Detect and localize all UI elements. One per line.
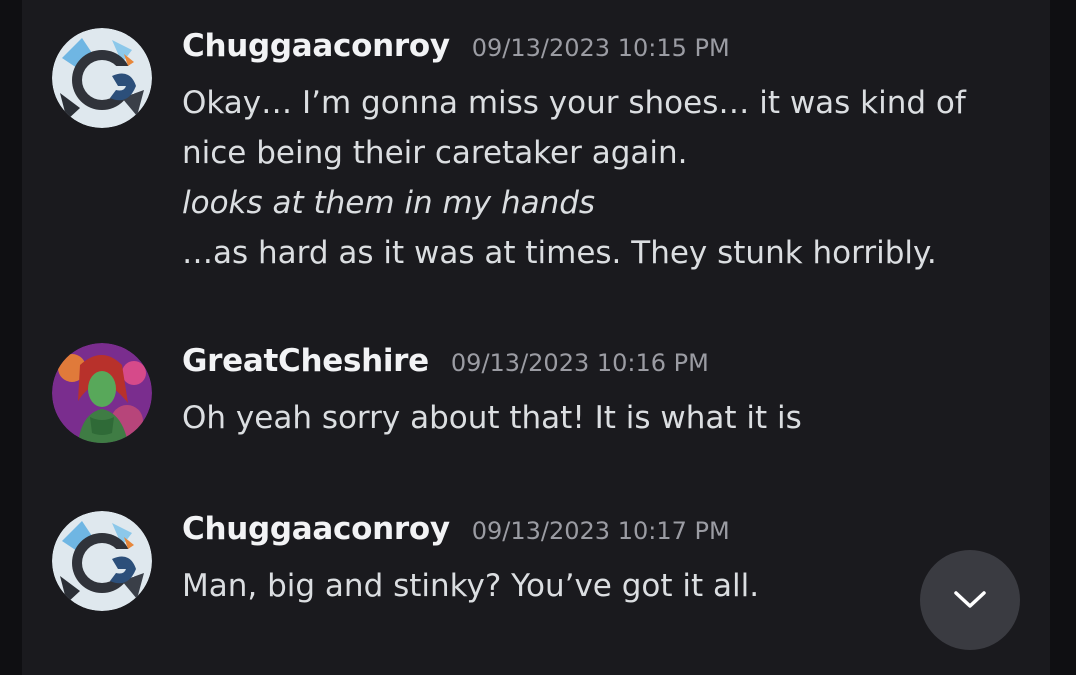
user-avatar[interactable] <box>52 343 152 443</box>
message: GreatCheshire 09/13/2023 10:16 PM Oh yea… <box>52 343 802 443</box>
timestamp: 09/13/2023 10:15 PM <box>471 34 730 62</box>
chevron-down-icon <box>954 591 986 608</box>
username[interactable]: Chuggaaconroy <box>182 511 450 547</box>
chuggaaconroy-avatar-icon <box>52 28 152 128</box>
user-avatar[interactable] <box>52 511 152 611</box>
message: Chuggaaconroy 09/13/2023 10:17 PM Man, b… <box>52 511 759 611</box>
username[interactable]: GreatCheshire <box>182 343 429 379</box>
message-line: nice being their caretaker again. <box>182 135 688 171</box>
username[interactable]: Chuggaaconroy <box>182 28 450 64</box>
scroll-to-bottom-button[interactable] <box>920 550 1020 650</box>
message-line: Okay… I’m gonna miss your shoes… it was … <box>182 85 966 121</box>
message-line: …as hard as it was at times. They stunk … <box>182 235 937 271</box>
timestamp: 09/13/2023 10:16 PM <box>450 349 709 377</box>
user-avatar[interactable] <box>52 28 152 128</box>
greatcheshire-avatar-icon <box>52 343 152 443</box>
chuggaaconroy-avatar-icon <box>52 511 152 611</box>
message: Chuggaaconroy 09/13/2023 10:15 PM Okay… … <box>52 28 966 278</box>
chat-frame: Chuggaaconroy 09/13/2023 10:15 PM Okay… … <box>22 0 1050 675</box>
message-line: Man, big and stinky? You’ve got it all. <box>182 568 760 604</box>
timestamp: 09/13/2023 10:17 PM <box>471 517 730 545</box>
message-line: Oh yeah sorry about that! It is what it … <box>182 400 802 436</box>
message-line-italic: looks at them in my hands <box>182 185 596 221</box>
